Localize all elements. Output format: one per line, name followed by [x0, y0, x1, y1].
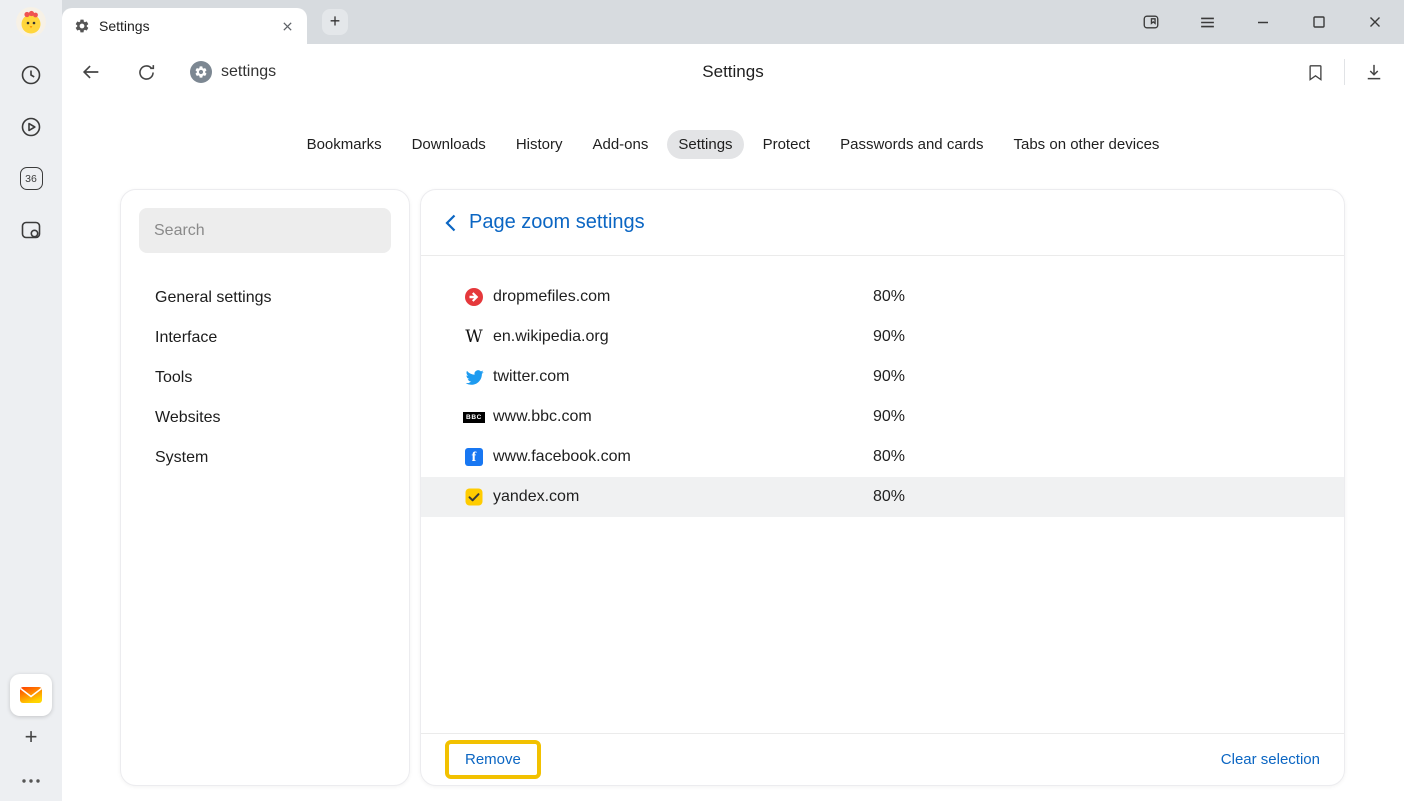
zoom-row-facebook[interactable]: f www.facebook.com 80% — [421, 437, 1344, 477]
reload-icon[interactable] — [135, 61, 157, 83]
new-tab-button[interactable]: + — [322, 9, 348, 35]
zoom-value: 90% — [873, 328, 1344, 346]
bbc-favicon: BBC — [463, 406, 485, 428]
yandex-mail-icon[interactable] — [10, 674, 52, 716]
site-name: yandex.com — [493, 488, 865, 506]
settings-nav-tabs: Bookmarks Downloads History Add-ons Sett… — [62, 130, 1404, 159]
tab-settings[interactable]: Settings — [667, 130, 743, 159]
browser-tab-settings[interactable]: Settings — [62, 8, 307, 44]
tab-tabs-on-other-devices[interactable]: Tabs on other devices — [1003, 130, 1171, 159]
tab-bookmarks[interactable]: Bookmarks — [296, 130, 393, 159]
zoom-panel-footer: Remove Clear selection — [421, 733, 1344, 785]
main-column: Settings + — [62, 0, 1404, 801]
settings-content: Bookmarks Downloads History Add-ons Sett… — [62, 100, 1404, 801]
tab-strip: Settings + — [62, 0, 1404, 44]
history-icon[interactable] — [19, 63, 43, 87]
profile-avatar[interactable] — [16, 7, 46, 37]
wikipedia-favicon: W — [463, 326, 485, 348]
zoom-value: 80% — [873, 488, 1344, 506]
page-zoom-panel: Page zoom settings dropmefiles.com — [420, 189, 1345, 786]
back-icon[interactable] — [80, 61, 102, 83]
search-input[interactable] — [139, 208, 391, 253]
remove-button-highlight: Remove — [445, 740, 541, 779]
browser-window: 36 + — [0, 0, 1404, 801]
left-rail: 36 + — [0, 0, 62, 801]
maximize-icon[interactable] — [1310, 13, 1328, 31]
sidebar-item-tools[interactable]: Tools — [139, 358, 391, 398]
toolbar-right — [1304, 59, 1404, 85]
zoom-value: 80% — [873, 448, 1344, 466]
zoom-panel-header: Page zoom settings — [421, 190, 1344, 256]
settings-favicon — [190, 61, 212, 83]
site-name: twitter.com — [493, 368, 865, 386]
zoom-row-wikipedia[interactable]: W en.wikipedia.org 90% — [421, 317, 1344, 357]
settings-section-list: General settings Interface Tools Website… — [139, 278, 391, 478]
site-name: www.facebook.com — [493, 448, 865, 466]
minimize-icon[interactable] — [1254, 13, 1272, 31]
tab-protect[interactable]: Protect — [752, 130, 822, 159]
twitter-favicon — [463, 366, 485, 388]
video-play-icon[interactable] — [19, 115, 43, 139]
screenshot-icon[interactable] — [19, 218, 43, 242]
selected-checkbox-icon[interactable] — [463, 486, 485, 508]
zoom-panel-title: Page zoom settings — [469, 211, 645, 234]
tab-title: Settings — [99, 18, 270, 34]
download-icon[interactable] — [1363, 61, 1385, 83]
window-controls — [1142, 13, 1404, 31]
zoom-value: 90% — [873, 368, 1344, 386]
sidebar-item-interface[interactable]: Interface — [139, 318, 391, 358]
tab-downloads[interactable]: Downloads — [401, 130, 497, 159]
address-chip[interactable]: settings — [190, 61, 276, 83]
site-name: en.wikipedia.org — [493, 328, 865, 346]
zoom-rows: dropmefiles.com 80% W en.wikipedia.org 9… — [421, 256, 1344, 733]
zoom-value: 90% — [873, 408, 1344, 426]
tab-history[interactable]: History — [505, 130, 574, 159]
tab-add-ons[interactable]: Add-ons — [581, 130, 659, 159]
settings-sidebar-panel: General settings Interface Tools Website… — [120, 189, 410, 786]
site-name: dropmefiles.com — [493, 288, 865, 306]
more-options-icon[interactable] — [20, 771, 42, 789]
tab-counter[interactable]: 36 — [20, 167, 43, 190]
zoom-row-twitter[interactable]: twitter.com 90% — [421, 357, 1344, 397]
clear-selection-button[interactable]: Clear selection — [1221, 751, 1320, 768]
toolbar-divider — [1344, 59, 1345, 85]
bookmark-icon[interactable] — [1304, 61, 1326, 83]
facebook-favicon: f — [463, 446, 485, 468]
remove-button[interactable]: Remove — [465, 751, 521, 768]
zoom-row-dropmefiles[interactable]: dropmefiles.com 80% — [421, 277, 1344, 317]
avatar-chick-icon — [16, 7, 46, 37]
sidebar-item-system[interactable]: System — [139, 438, 391, 478]
zoom-row-yandex[interactable]: yandex.com 80% — [421, 477, 1344, 517]
zoom-value: 80% — [873, 288, 1344, 306]
gear-icon — [74, 18, 90, 34]
side-panel-icon[interactable] — [1142, 13, 1160, 31]
address-text: settings — [221, 63, 276, 81]
panels: General settings Interface Tools Website… — [62, 189, 1404, 801]
back-chevron-icon[interactable] — [445, 214, 456, 232]
sidebar-item-websites[interactable]: Websites — [139, 398, 391, 438]
dropmefiles-favicon — [463, 286, 485, 308]
add-panel-icon[interactable]: + — [25, 725, 38, 749]
close-icon[interactable] — [1366, 13, 1384, 31]
tab-passwords-and-cards[interactable]: Passwords and cards — [829, 130, 994, 159]
site-name: www.bbc.com — [493, 408, 865, 426]
menu-icon[interactable] — [1198, 13, 1216, 31]
toolbar: settings Settings — [62, 44, 1404, 100]
sidebar-item-general-settings[interactable]: General settings — [139, 278, 391, 318]
zoom-row-bbc[interactable]: BBC www.bbc.com 90% — [421, 397, 1344, 437]
tab-close-icon[interactable] — [279, 18, 295, 34]
